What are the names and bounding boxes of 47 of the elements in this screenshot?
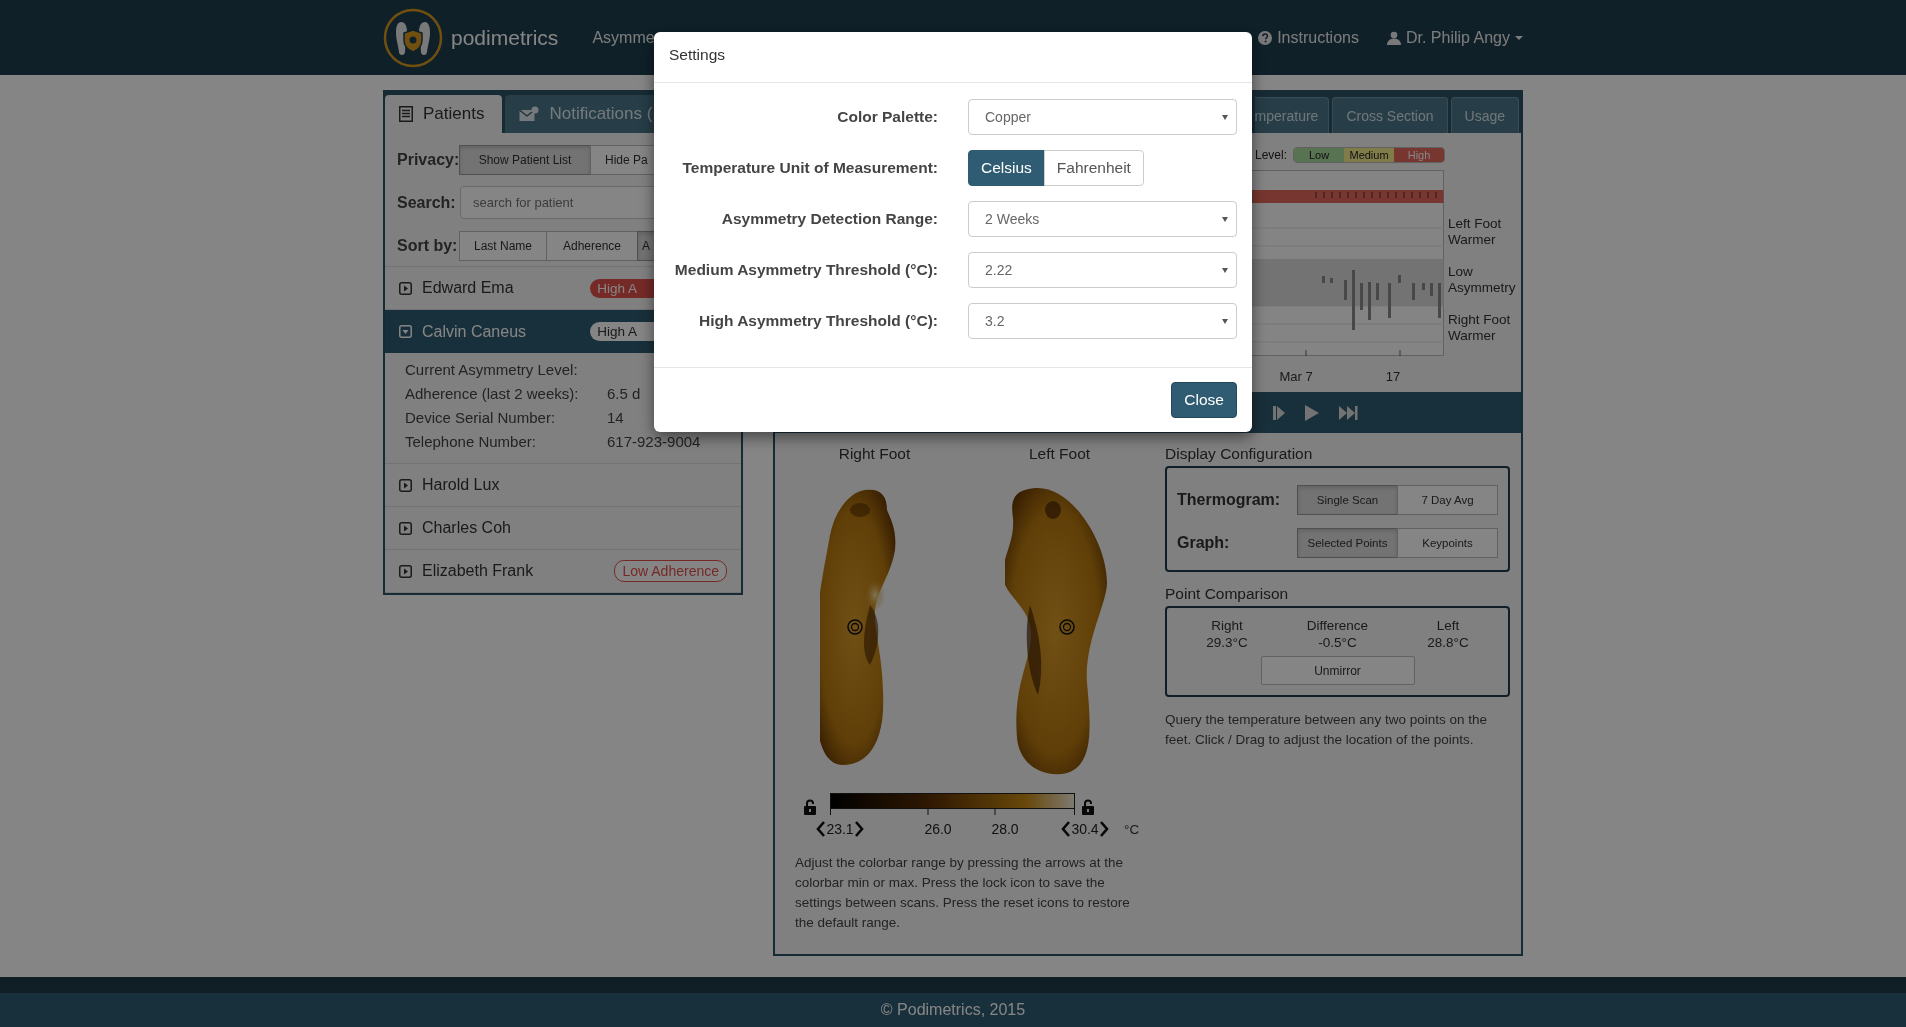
section-title: Point Comparison xyxy=(1165,585,1290,604)
copyright-text: © Podimetrics, 2015 xyxy=(880,1001,1026,1019)
detail-label: Device Serial Number: xyxy=(405,409,557,428)
legend-item: Low xyxy=(1294,148,1345,162)
help-text: Query the temperature between any two points on the feet. Click / Drag to adjust the location of the points. xyxy=(1165,711,1488,749)
column-label: Right xyxy=(1211,618,1243,633)
field-label: Graph: xyxy=(1177,533,1230,552)
temperature-value: 28.8°C xyxy=(1427,635,1469,650)
detail-value: 14 xyxy=(607,409,624,428)
field-label: Temperature Unit of Measurement: xyxy=(682,159,938,177)
column-label: Difference xyxy=(1306,618,1369,633)
field-label: Color Palette: xyxy=(837,108,938,126)
range-value: 23.1 xyxy=(826,821,854,837)
column-label: Left xyxy=(1436,618,1460,633)
detail-label: Current Asymmetry Level: xyxy=(405,361,579,380)
field-label: Search: xyxy=(397,193,455,212)
axis-label: Low Asymmetry xyxy=(1448,264,1517,296)
axis-tick-label: 17 xyxy=(1384,369,1402,384)
temperature-value: 29.3°C xyxy=(1206,635,1248,650)
patient-name: Charles Coh xyxy=(422,519,512,537)
patient-name: Elizabeth Frank xyxy=(422,562,535,580)
dialog-title: Settings xyxy=(669,46,725,63)
legend-label: Level: xyxy=(1255,148,1288,162)
axis-tick-label: Mar 7 xyxy=(1278,369,1314,384)
colorbar-tick-label: 26.0 xyxy=(923,821,953,837)
field-label: Thermogram: xyxy=(1177,490,1281,509)
detail-label: Adherence (last 2 weeks): xyxy=(405,385,580,404)
field-label: Sort by: xyxy=(397,236,455,255)
patient-name: Edward Ema xyxy=(422,279,515,297)
detail-label: Telephone Number: xyxy=(405,433,537,452)
adherence-badge: Low Adherence xyxy=(614,560,727,582)
patient-name: Calvin Caneus xyxy=(422,322,528,341)
temperature-value: -0.5°C xyxy=(1318,635,1357,650)
detail-value: 6.5 d xyxy=(607,385,641,404)
detail-value: 617-923-9004 xyxy=(607,433,701,452)
legend-item: High xyxy=(1394,148,1445,162)
help-text: Adjust the colorbar range by pressing the arrows at the colorbar min or max. Press the lock icon to save the settings between scans. Press the reset icons to restore the default range. xyxy=(795,854,1131,932)
unit-label: °C xyxy=(1124,821,1141,837)
axis-label: Right Foot Warmer xyxy=(1448,312,1512,344)
colorbar-tick-label: 28.0 xyxy=(990,821,1020,837)
legend-item: Medium xyxy=(1344,148,1395,162)
section-title: Display Configuration xyxy=(1165,445,1314,464)
patient-name: Harold Lux xyxy=(422,476,501,494)
range-value: 30.4 xyxy=(1071,821,1099,837)
axis-label: Left Foot Warmer xyxy=(1448,216,1503,248)
foot-title: Left Foot xyxy=(1027,445,1092,463)
foot-title: Right Foot xyxy=(837,445,912,463)
